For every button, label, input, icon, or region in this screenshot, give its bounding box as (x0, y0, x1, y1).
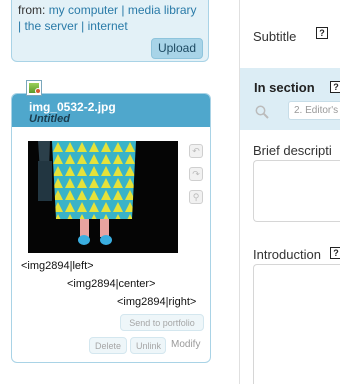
delete-button[interactable]: Delete (89, 337, 127, 354)
upload-button[interactable]: Upload (150, 38, 203, 59)
image-file-name[interactable]: img_0532-2.jpg (29, 100, 116, 114)
upload-sources-line-1: from: my computer | media library (18, 3, 197, 17)
embed-code-left[interactable]: <img2894|left> (21, 260, 94, 272)
image-card-header: img_0532-2.jpg Untitled (12, 94, 210, 127)
rotate-left-icon[interactable]: ↶ (189, 144, 203, 158)
introduction-field[interactable] (253, 264, 340, 384)
in-section-help-icon[interactable]: ? (330, 81, 340, 93)
search-icon[interactable] (255, 105, 269, 119)
in-section-label: In section (254, 80, 315, 95)
send-to-portfolio-button[interactable]: Send to portfolio (120, 314, 204, 331)
image-title: Untitled (29, 113, 70, 125)
rotate-right-icon[interactable]: ↷ (189, 167, 203, 181)
article-form: Subtitle ? In section ? 2. Editor's Brie… (239, 0, 340, 384)
brief-description-label: Brief descripti (253, 143, 332, 158)
upload-sources-line-2: | the server | internet (18, 19, 128, 33)
image-card: img_0532-2.jpg Untitled ↶ ↷ ⚲ <img2894|l… (11, 80, 211, 363)
introduction-label: Introduction (253, 247, 321, 262)
photo-illustration (28, 141, 178, 253)
subtitle-label: Subtitle (253, 29, 297, 44)
brief-description-field[interactable] (253, 160, 340, 222)
unlink-button[interactable]: Unlink (130, 337, 166, 354)
in-section-input[interactable]: 2. Editor's (288, 101, 340, 120)
upload-from-label: from: (18, 3, 46, 17)
image-thumbnail[interactable] (28, 141, 178, 253)
source-internet-link[interactable]: internet (88, 19, 128, 33)
introduction-help-icon[interactable]: ? (330, 247, 340, 259)
upload-panel: from: my computer | media library | the … (11, 0, 209, 62)
embed-code-right[interactable]: <img2894|right> (117, 296, 196, 308)
image-file-icon (26, 80, 42, 96)
image-tools: ↶ ↷ ⚲ (189, 144, 205, 213)
subtitle-help-icon[interactable]: ? (316, 27, 328, 39)
in-section-panel: In section ? 2. Editor's (240, 68, 340, 130)
embed-code-center[interactable]: <img2894|center> (67, 278, 155, 290)
modify-link[interactable]: Modify (171, 339, 200, 350)
zoom-icon[interactable]: ⚲ (189, 190, 203, 204)
source-server-link[interactable]: the server (24, 19, 77, 33)
source-my-computer-link[interactable]: my computer (49, 3, 118, 17)
source-media-library-link[interactable]: media library (128, 3, 197, 17)
